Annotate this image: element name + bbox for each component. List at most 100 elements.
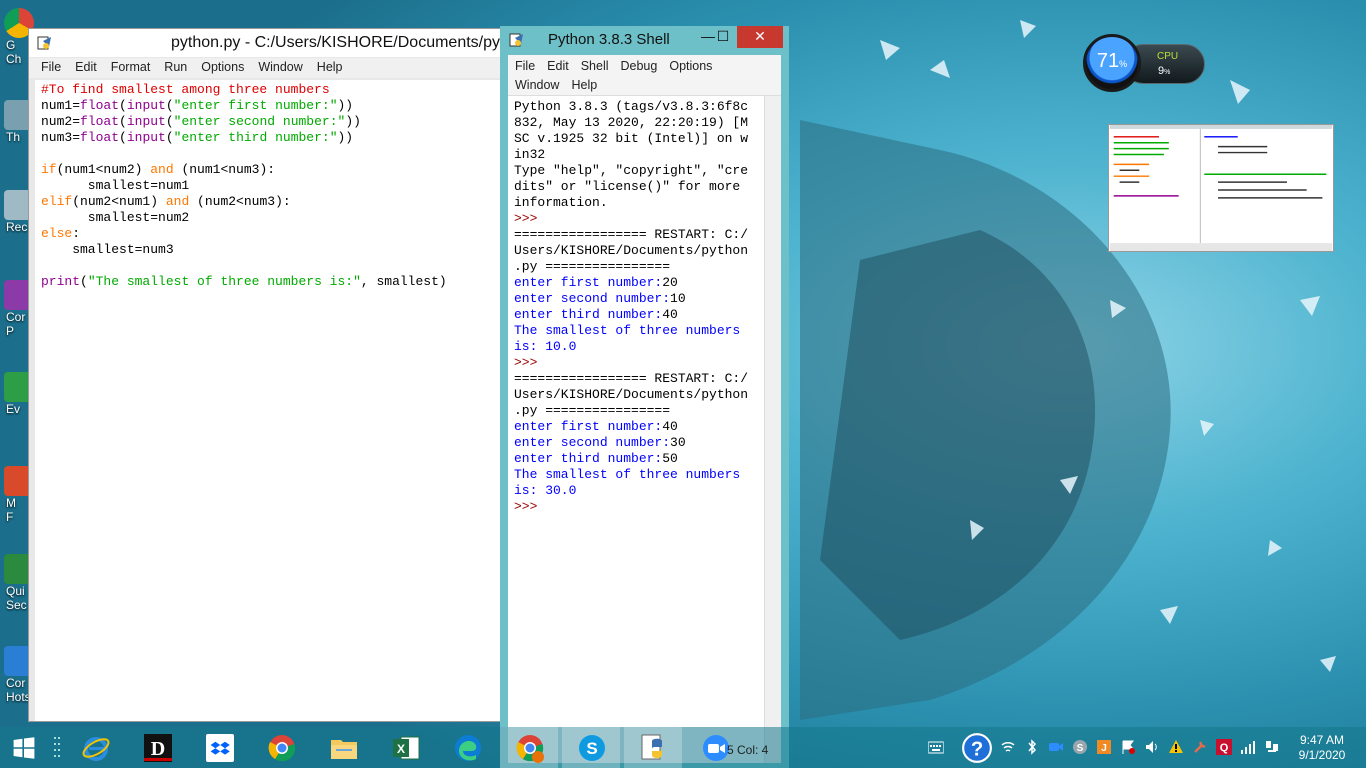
- desktop-icon-label: Ev: [6, 402, 21, 416]
- menu-window[interactable]: Window: [515, 76, 559, 95]
- editor-status-bar: 5 Col: 4: [727, 743, 769, 757]
- help-icon[interactable]: ?: [961, 732, 993, 764]
- source-code: #To find smallest among three numbers nu…: [41, 82, 447, 289]
- menu-edit[interactable]: Edit: [547, 57, 569, 76]
- taskbar-file-explorer[interactable]: [314, 727, 372, 768]
- keyboard-icon[interactable]: [922, 739, 950, 755]
- shell-scrollbar[interactable]: [764, 96, 781, 763]
- wifi-icon[interactable]: [1000, 739, 1016, 755]
- desktop-icon-label: Cor Hots: [6, 676, 30, 704]
- shell-prompt: >>>: [514, 355, 538, 370]
- menu-window[interactable]: Window: [258, 60, 302, 74]
- cpu-gauge-value: 71%: [1083, 50, 1141, 73]
- svg-text:S: S: [586, 739, 597, 758]
- q-app-tray-icon[interactable]: Q: [1216, 739, 1232, 755]
- chrome-icon: [268, 735, 296, 762]
- menu-options[interactable]: Options: [201, 60, 244, 74]
- d-app-icon: D: [144, 734, 172, 762]
- svg-text:X: X: [397, 742, 405, 756]
- cortana-button[interactable]: [50, 727, 64, 768]
- taskbar-chrome-profile[interactable]: [500, 727, 558, 768]
- taskbar-internet-explorer[interactable]: [66, 727, 124, 768]
- menu-help[interactable]: Help: [571, 76, 597, 95]
- taskbar-skype[interactable]: S: [562, 727, 620, 768]
- clock-date: 9/1/2020: [1298, 748, 1346, 762]
- menu-debug[interactable]: Debug: [621, 57, 658, 76]
- code-comment: #To find smallest among three numbers: [41, 82, 330, 97]
- shell-menubar: File Edit Shell Debug Options Window Help: [508, 55, 781, 95]
- menu-format[interactable]: Format: [111, 60, 151, 74]
- network-icon[interactable]: [1264, 739, 1280, 755]
- editor-window[interactable]: python.py - C:/Users/KISHORE/Documents/p…: [28, 28, 603, 722]
- svg-text:J: J: [1101, 743, 1107, 754]
- internet-explorer-icon: [82, 737, 110, 761]
- svg-text:Q: Q: [1220, 742, 1229, 754]
- cpu-value: 9%: [1158, 65, 1170, 77]
- shell-prompt: >>>: [514, 499, 538, 514]
- tool-tray-icon[interactable]: [1192, 739, 1208, 755]
- menu-file[interactable]: File: [515, 57, 535, 76]
- svg-text:?: ?: [971, 738, 983, 760]
- close-button[interactable]: ✕: [737, 26, 783, 48]
- shell-window[interactable]: Python 3.8.3 Shell — ☐ ✕ File Edit Shell De…: [500, 26, 789, 768]
- menu-shell[interactable]: Shell: [581, 57, 609, 76]
- clock-time: 9:47 AM: [1299, 733, 1345, 747]
- cpu-value-sign: %: [1164, 69, 1171, 76]
- python-idle-icon: [641, 734, 662, 760]
- desktop-icon-label: M F: [6, 496, 16, 524]
- gauge-percent-sign: %: [1119, 59, 1128, 69]
- flag-tray-icon[interactable]: [1120, 739, 1136, 755]
- taskbar-dropbox[interactable]: [190, 727, 248, 768]
- taskbar-edge[interactable]: [438, 727, 496, 768]
- editor-titlebar[interactable]: python.py - C:/Users/KISHORE/Documents/p…: [29, 29, 603, 57]
- folder-icon: [331, 740, 357, 759]
- editor-menubar: File Edit Format Run Options Window Help: [29, 58, 501, 78]
- volume-icon[interactable]: [1144, 739, 1160, 755]
- shell-titlebar[interactable]: Python 3.8.3 Shell — ☐ ✕: [500, 26, 789, 54]
- taskbar: D X S 5 Col: 4 ? S J Q 9:47 AM 9/1/2020: [0, 727, 1366, 768]
- menu-run[interactable]: Run: [164, 60, 187, 74]
- skype-tray-icon[interactable]: S: [1072, 739, 1088, 755]
- start-button[interactable]: [0, 727, 50, 768]
- chrome-profile-icon: [516, 735, 544, 763]
- signal-icon[interactable]: [1240, 739, 1256, 755]
- idle-app-icon: [37, 36, 51, 50]
- warning-tray-icon[interactable]: [1168, 739, 1184, 755]
- svg-text:D: D: [151, 738, 165, 760]
- shell-title: Python 3.8.3 Shell: [548, 31, 670, 48]
- shell-transcript: Python 3.8.3 (tags/v3.8.3:6f8c 832, May …: [514, 99, 749, 514]
- code-editor-area[interactable]: #To find smallest among three numbers nu…: [35, 80, 501, 721]
- idle-app-icon: [509, 33, 523, 47]
- edge-icon: [455, 735, 481, 761]
- taskbar-d-app[interactable]: D: [128, 727, 186, 768]
- menu-options[interactable]: Options: [669, 57, 712, 76]
- dropbox-icon: [206, 734, 234, 762]
- shell-prompt: >>>: [514, 211, 538, 226]
- svg-text:S: S: [1077, 743, 1084, 754]
- taskbar-python-idle[interactable]: [624, 727, 682, 768]
- bluetooth-icon[interactable]: [1024, 739, 1040, 755]
- desktop-icon-label: Cor P: [6, 310, 26, 338]
- java-tray-icon[interactable]: J: [1096, 739, 1112, 755]
- desktop-icon-label: Th: [6, 130, 21, 144]
- gauge-percent: 71: [1096, 50, 1120, 72]
- taskbar-clock[interactable]: 9:47 AM 9/1/2020: [1290, 733, 1354, 763]
- desktop-icon-label: G Ch: [6, 38, 22, 66]
- taskbar-excel[interactable]: X: [376, 727, 434, 768]
- desktop-icon-label: Qui Sec: [6, 584, 27, 612]
- zoom-tray-icon[interactable]: [1048, 739, 1064, 755]
- windows-logo-icon: [13, 737, 35, 759]
- maximize-button[interactable]: ☐: [710, 26, 736, 48]
- cpu-label: CPU: [1157, 51, 1179, 62]
- taskbar-chrome[interactable]: [252, 727, 310, 768]
- menu-file[interactable]: File: [41, 60, 61, 74]
- menu-help[interactable]: Help: [317, 60, 343, 74]
- menu-edit[interactable]: Edit: [75, 60, 97, 74]
- excel-icon: X: [393, 736, 420, 760]
- window-thumbnail-preview[interactable]: [1108, 124, 1334, 252]
- skype-icon: S: [579, 735, 605, 761]
- gripper-icon: [54, 737, 60, 757]
- desktop-icon-label: Rec: [6, 220, 28, 234]
- shell-output-area[interactable]: Python 3.8.3 (tags/v3.8.3:6f8c 832, May …: [508, 95, 781, 763]
- cpu-meter-gadget: 71% CPU 9%: [1083, 34, 1205, 92]
